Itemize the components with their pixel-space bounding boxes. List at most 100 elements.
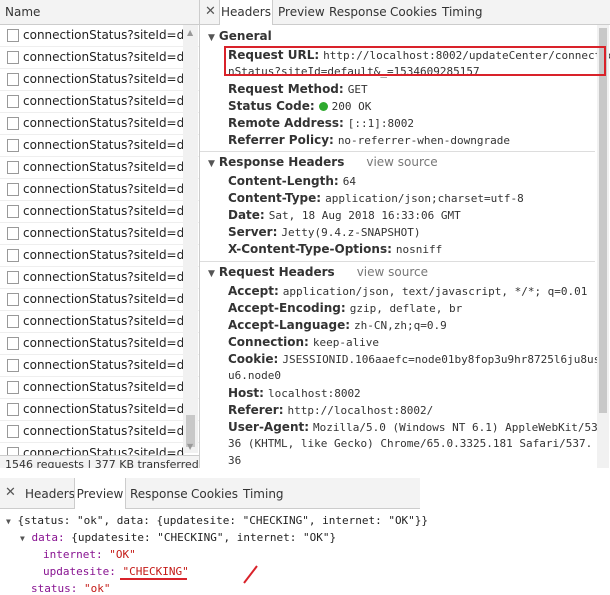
table-row[interactable]: connectionStatus?siteId=defa... (0, 311, 199, 333)
triangle-down-icon: ▼ (6, 517, 11, 526)
header-value: Sat, 18 Aug 2018 16:33:06 GMT (268, 209, 461, 222)
table-row[interactable]: connectionStatus?siteId=defa... (0, 421, 199, 443)
header-value: 64 (342, 175, 356, 188)
table-row[interactable]: connectionStatus?siteId=defa... (0, 399, 199, 421)
table-row[interactable]: connectionStatus?siteId=defa... (0, 355, 199, 377)
request-name: connectionStatus?siteId=defa... (23, 380, 185, 394)
table-row[interactable]: connectionStatus?siteId=defa... (0, 201, 199, 223)
network-status-bar: 1546 requests | 377 KB transferred (0, 455, 199, 468)
table-row[interactable]: connectionStatus?siteId=defa... (0, 47, 199, 69)
table-row[interactable]: connectionStatus?siteId=defa... (0, 135, 199, 157)
table-row[interactable]: connectionStatus?siteId=defa... (0, 333, 199, 355)
json-updatesite-row: updatesite: "CHECKING" (43, 565, 189, 578)
header-value: nosniff (395, 243, 443, 256)
table-row[interactable]: connectionStatus?siteId=defa... (0, 267, 199, 289)
header-value: application/json;charset=utf-8 (325, 192, 524, 205)
row-checkbox-icon (7, 293, 19, 306)
table-row[interactable]: connectionStatus?siteId=defa... (0, 377, 199, 399)
request-method-row: Request Method: GET (228, 82, 368, 96)
request-name: connectionStatus?siteId=defa... (23, 248, 185, 262)
request-name: connectionStatus?siteId=defa... (23, 160, 185, 174)
json-data-row[interactable]: ▼ data: {updatesite: "CHECKING", interne… (20, 531, 336, 544)
row-checkbox-icon (7, 139, 19, 152)
json-status-row: status: "ok" (31, 582, 111, 595)
tab-response[interactable]: Response (130, 478, 188, 508)
response-header-row: Content-Length: 64 (228, 174, 356, 188)
view-source-link[interactable]: view source (366, 155, 437, 169)
name-column-header[interactable]: Name (0, 0, 199, 25)
row-checkbox-icon (7, 205, 19, 218)
header-key: Date: (228, 208, 265, 222)
cookie-continued: u6.node0 (228, 369, 281, 382)
request-name: connectionStatus?siteId=defa... (23, 94, 185, 108)
tab-headers[interactable]: Headers (219, 0, 273, 25)
scroll-down-arrow-icon[interactable]: ▼ (187, 442, 193, 451)
table-row[interactable]: connectionStatus?siteId=defa... (0, 223, 199, 245)
request-name: connectionStatus?siteId=defa... (23, 402, 185, 416)
request-name: connectionStatus?siteId=defa... (23, 358, 185, 372)
tab-cookies[interactable]: Cookies (191, 478, 238, 508)
tab-timing[interactable]: Timing (442, 0, 483, 24)
tab-timing[interactable]: Timing (243, 478, 284, 508)
host-row: Host: localhost:8002 (228, 386, 361, 400)
row-checkbox-icon (7, 381, 19, 394)
tab-response[interactable]: Response (329, 0, 387, 24)
row-checkbox-icon (7, 29, 19, 42)
table-row[interactable]: connectionStatus?siteId=defa... (0, 245, 199, 267)
table-row[interactable]: connectionStatus?siteId=defa... (0, 179, 199, 201)
request-name: connectionStatus?siteId=defa... (23, 270, 185, 284)
row-checkbox-icon (7, 403, 19, 416)
row-checkbox-icon (7, 73, 19, 86)
tab-cookies[interactable]: Cookies (390, 0, 437, 24)
response-header-row: Content-Type: application/json;charset=ut… (228, 191, 524, 205)
view-source-link[interactable]: view source (357, 265, 428, 279)
json-root-row[interactable]: ▼ {status: "ok", data: {updatesite: "CHE… (6, 514, 428, 527)
table-row[interactable]: connectionStatus?siteId=defa... (0, 91, 199, 113)
header-key: Server: (228, 225, 278, 239)
preview-panel: ✕ Headers Preview Response Cookies Timin… (0, 478, 428, 595)
tab-preview[interactable]: Preview (278, 0, 325, 24)
accept-language-row: Accept-Language: zh-CN,zh;q=0.9 (228, 318, 447, 332)
scroll-thumb[interactable] (599, 28, 607, 413)
general-section-toggle[interactable]: ▼ General (208, 29, 272, 43)
response-header-row: X-Content-Type-Options: nosniff (228, 242, 442, 256)
response-headers-section-toggle[interactable]: ▼ Response Headers view source (208, 155, 438, 169)
section-divider (200, 151, 595, 152)
row-checkbox-icon (7, 337, 19, 350)
tab-preview[interactable]: Preview (74, 478, 126, 509)
tab-headers[interactable]: Headers (25, 478, 75, 508)
response-header-row: Date: Sat, 18 Aug 2018 16:33:06 GMT (228, 208, 461, 222)
table-row[interactable]: connectionStatus?siteId=defa... (0, 113, 199, 135)
table-row[interactable]: connectionStatus?siteId=defa... (0, 157, 199, 179)
table-row[interactable]: connectionStatus?siteId=defa... (0, 25, 199, 47)
request-name: connectionStatus?siteId=defa... (23, 204, 185, 218)
request-name: connectionStatus?siteId=defa... (23, 138, 185, 152)
request-name: connectionStatus?siteId=defa... (23, 336, 185, 350)
request-name: connectionStatus?siteId=defa... (23, 314, 185, 328)
scroll-up-arrow-icon[interactable]: ▲ (187, 28, 193, 37)
row-checkbox-icon (7, 95, 19, 108)
request-list-scrollbar[interactable]: ▲ ▼ (183, 25, 198, 453)
json-internet-row: internet: "OK" (43, 548, 136, 561)
detail-scrollbar[interactable] (597, 25, 609, 468)
request-name: connectionStatus?siteId=defa... (23, 50, 185, 64)
table-row[interactable]: connectionStatus?siteId=defa... (0, 289, 199, 311)
detail-tabs: ✕ Headers Preview Response Cookies Timin… (200, 0, 610, 25)
request-name: connectionStatus?siteId=defa... (23, 424, 185, 438)
row-checkbox-icon (7, 315, 19, 328)
table-row[interactable]: connectionStatus?siteId=defa... (0, 69, 199, 91)
request-name: connectionStatus?siteId=defa... (23, 116, 185, 130)
request-name: connectionStatus?siteId=defa... (23, 72, 185, 86)
close-icon[interactable]: ✕ (5, 485, 16, 500)
header-key: Content-Length: (228, 174, 339, 188)
row-checkbox-icon (7, 359, 19, 372)
header-key: Content-Type: (228, 191, 322, 205)
header-key: X-Content-Type-Options: (228, 242, 392, 256)
user-agent-continued: 36 (KHTML, like Gecko) Chrome/65.0.3325.… (228, 437, 593, 450)
close-icon[interactable]: ✕ (205, 4, 216, 19)
devtools-network-panel: Name connectionStatus?siteId=defa... conn… (0, 0, 610, 468)
request-url-highlight-box (224, 46, 606, 76)
request-headers-section-toggle[interactable]: ▼ Request Headers view source (208, 265, 428, 279)
request-list: Name connectionStatus?siteId=defa... conn… (0, 0, 200, 468)
header-value: Jetty(9.4.z-SNAPSHOT) (281, 226, 421, 239)
